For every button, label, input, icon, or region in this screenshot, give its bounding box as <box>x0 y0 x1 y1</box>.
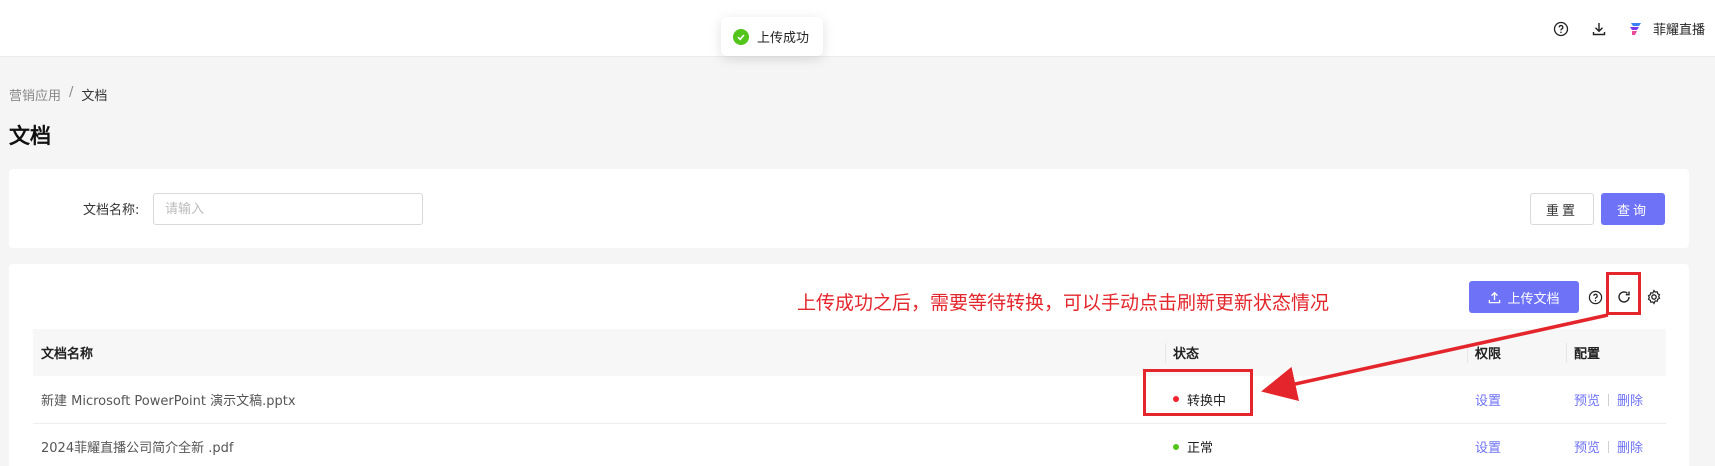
status-cell: 正常 <box>1165 423 1467 466</box>
status-badge: 正常 <box>1173 437 1467 456</box>
document-name-cell: 2024菲耀直播公司简介全新 .pdf <box>33 423 1165 466</box>
config-cell: 预览 删除 <box>1566 376 1666 424</box>
query-button[interactable]: 查询 <box>1601 193 1665 225</box>
help-icon[interactable] <box>1551 19 1571 39</box>
document-name-cell: 新建 Microsoft PowerPoint 演示文稿.pptx <box>33 376 1165 424</box>
column-header-permission: 权限 <box>1467 329 1566 376</box>
preview-link[interactable]: 预览 <box>1574 394 1600 409</box>
upload-icon <box>1489 291 1501 303</box>
help-icon[interactable] <box>1585 287 1605 307</box>
table-row: 新建 Microsoft PowerPoint 演示文稿.pptx 转换中 设置… <box>33 376 1666 424</box>
permission-settings-link[interactable]: 设置 <box>1475 394 1501 409</box>
search-panel: 文档名称: 重置 查询 <box>9 169 1689 248</box>
top-bar: 菲耀直播 <box>0 0 1715 57</box>
search-label: 文档名称: <box>83 203 140 218</box>
success-toast: 上传成功 <box>721 17 824 56</box>
search-input[interactable] <box>153 193 423 225</box>
settings-icon[interactable] <box>1644 287 1664 307</box>
toast-message: 上传成功 <box>757 31 810 46</box>
annotation-box-status <box>1143 369 1253 416</box>
download-icon[interactable] <box>1589 19 1609 39</box>
table-header-row: 文档名称 状态 权限 配置 <box>33 329 1666 376</box>
upload-document-button[interactable]: 上传文档 <box>1469 281 1579 313</box>
header-actions: 菲耀直播 <box>1551 0 1705 57</box>
status-dot <box>1173 443 1179 450</box>
page-title: 文档 <box>9 124 51 148</box>
column-header-config: 配置 <box>1566 329 1666 376</box>
reset-button[interactable]: 重置 <box>1530 193 1594 225</box>
breadcrumb: 营销应用 / 文档 <box>9 85 107 104</box>
delete-link[interactable]: 删除 <box>1617 394 1643 409</box>
permission-cell: 设置 <box>1467 376 1566 424</box>
check-circle-icon <box>733 28 749 45</box>
table-row: 2024菲耀直播公司简介全新 .pdf 正常 设置 预览 删除 <box>33 423 1666 466</box>
breadcrumb-separator: / <box>69 85 74 100</box>
brand-name: 菲耀直播 <box>1652 23 1705 38</box>
column-header-name: 文档名称 <box>33 329 1165 376</box>
breadcrumb-parent[interactable]: 营销应用 <box>9 85 61 104</box>
document-table: 文档名称 状态 权限 配置 新建 Microsoft PowerPoint 演示… <box>33 329 1666 466</box>
annotation-box-refresh <box>1606 272 1641 315</box>
delete-link[interactable]: 删除 <box>1617 441 1643 456</box>
brand-logo <box>1629 22 1641 35</box>
upload-button-label: 上传文档 <box>1507 291 1560 307</box>
divider <box>1608 393 1610 406</box>
status-text: 正常 <box>1187 441 1214 456</box>
divider <box>1608 441 1610 453</box>
annotation-text: 上传成功之后，需要等待转换，可以手动点击刷新更新状态情况 <box>797 292 1330 314</box>
permission-settings-link[interactable]: 设置 <box>1475 441 1501 456</box>
config-cell: 预览 删除 <box>1566 423 1666 466</box>
preview-link[interactable]: 预览 <box>1574 441 1600 456</box>
breadcrumb-current: 文档 <box>81 89 108 104</box>
permission-cell: 设置 <box>1467 423 1566 466</box>
brand[interactable]: 菲耀直播 <box>1627 19 1705 38</box>
